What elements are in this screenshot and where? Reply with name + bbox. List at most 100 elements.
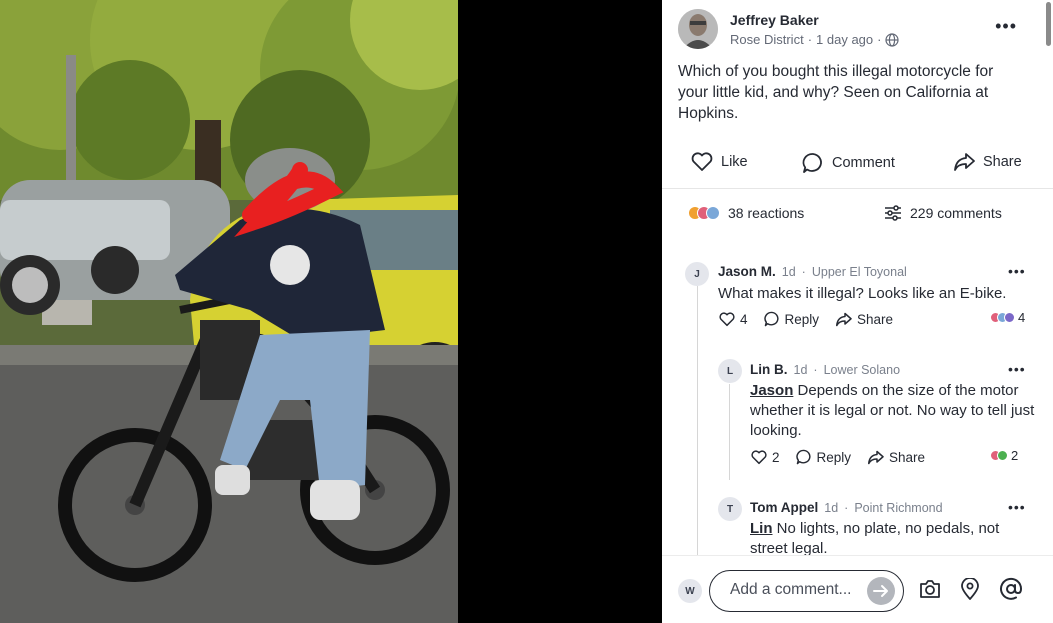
author-avatar[interactable]	[678, 9, 718, 49]
reaction-count: 2	[1011, 448, 1019, 463]
mention-link[interactable]: Jason	[750, 382, 793, 399]
comment-time: 1d	[781, 265, 796, 279]
meta-separator: ·	[813, 363, 818, 377]
post-panel: Jeffrey Baker Rose District · 1 day ago …	[662, 0, 1053, 623]
comment-time: 1d	[824, 501, 839, 515]
comment-composer: W	[662, 555, 1053, 623]
comment-header: Jason M. 1d · Upper El Toyonal	[718, 264, 907, 279]
share-icon	[836, 312, 852, 326]
comment-text: Jason Depends on the size of the motor w…	[750, 381, 1040, 441]
commenter-neighborhood[interactable]: Point Richmond	[854, 501, 942, 515]
commenter-neighborhood[interactable]: Lower Solano	[824, 363, 900, 377]
meta-separator: ·	[844, 501, 849, 515]
comment-input[interactable]	[730, 581, 860, 599]
comment-like-count: 4	[740, 311, 748, 327]
divider	[662, 188, 1053, 189]
comment-text-body: Depends on the size of the motor whether…	[750, 382, 1035, 439]
reaction-icons	[688, 206, 720, 220]
comment-button[interactable]: Comment	[802, 152, 895, 174]
commenter-avatar[interactable]: J	[685, 262, 709, 286]
comments-sort[interactable]: 229 comments	[884, 205, 1002, 221]
comment-text: What makes it illegal? Looks like an E-b…	[718, 285, 1007, 302]
reply-button[interactable]: Reply	[763, 311, 820, 327]
commenter-avatar[interactable]: T	[718, 497, 742, 521]
commenter-name[interactable]: Tom Appel	[750, 500, 818, 515]
reactions-summary[interactable]: 38 reactions	[688, 205, 804, 221]
current-user-avatar: W	[678, 579, 702, 603]
author-neighborhood[interactable]: Rose District	[730, 32, 804, 47]
commenter-name[interactable]: Lin B.	[750, 362, 788, 377]
motorcycle-photo	[0, 0, 458, 623]
thread-line	[729, 384, 730, 480]
heart-icon	[751, 449, 767, 464]
comment-icon	[795, 449, 811, 465]
reply-label: Reply	[784, 311, 820, 327]
share-icon	[954, 153, 975, 171]
meta-separator: ·	[877, 32, 882, 47]
post-stats: 38 reactions 229 comments	[662, 205, 1053, 229]
more-options-icon[interactable]: •••	[995, 16, 1017, 37]
reply-label: Reply	[816, 449, 852, 465]
share-label: Share	[889, 449, 926, 465]
heart-icon	[719, 311, 735, 326]
globe-icon	[885, 32, 900, 47]
send-button[interactable]	[867, 577, 895, 605]
comment-time: 1d	[793, 363, 808, 377]
comment-actions: 2 Reply Share	[751, 449, 941, 465]
reaction-icon	[706, 206, 720, 220]
reaction-icon	[1004, 312, 1015, 323]
comment-like-count: 2	[772, 449, 780, 465]
meta-separator: ·	[801, 265, 806, 279]
comment-reactions[interactable]: 4	[990, 310, 1025, 325]
author-photo	[678, 9, 718, 49]
post-photo[interactable]	[0, 0, 458, 623]
share-label: Share	[983, 154, 1022, 170]
comment-header: Tom Appel 1d · Point Richmond	[750, 500, 943, 515]
commenter-name[interactable]: Jason M.	[718, 264, 776, 279]
comment-like-button[interactable]: 2	[751, 450, 780, 465]
share-button[interactable]: Share	[953, 152, 1022, 172]
comment-share-button[interactable]: Share	[835, 312, 893, 327]
scrollbar[interactable]	[1046, 2, 1051, 46]
comment-text: Lin No lights, no plate, no pedals, not …	[750, 519, 1040, 559]
camera-icon[interactable]	[919, 579, 941, 599]
post-body: Which of you bought this illegal motorcy…	[678, 63, 994, 122]
reactions-count: 38 reactions	[728, 205, 805, 221]
mention-link[interactable]: Lin	[750, 520, 773, 537]
share-label: Share	[857, 311, 894, 327]
reaction-count: 4	[1018, 310, 1026, 325]
like-label: Like	[721, 154, 748, 170]
post-time: 1 day ago	[816, 32, 874, 47]
comment-input-wrapper[interactable]	[709, 570, 904, 612]
heart-icon	[691, 152, 713, 171]
comment-actions: 4 Reply Share	[719, 311, 909, 327]
comment-share-button[interactable]: Share	[867, 450, 925, 465]
commenter-neighborhood[interactable]: Upper El Toyonal	[812, 265, 907, 279]
arrow-right-icon	[873, 585, 888, 597]
comments-count-label: 229 comments	[910, 205, 1002, 221]
commenter-avatar[interactable]: L	[718, 359, 742, 383]
author-name[interactable]: Jeffrey Baker	[730, 12, 819, 28]
location-pin-icon[interactable]	[960, 578, 980, 600]
filter-icon	[885, 205, 901, 221]
comment-header: Lin B. 1d · Lower Solano	[750, 362, 900, 377]
thread-line	[697, 286, 698, 556]
comment-more-icon[interactable]: •••	[1008, 263, 1026, 279]
meta-separator: ·	[807, 32, 813, 47]
post-actions: Like Comment Share	[662, 150, 1053, 180]
comment-label: Comment	[832, 155, 895, 171]
comment-icon	[763, 311, 779, 327]
reaction-icon	[997, 450, 1008, 461]
reply-button[interactable]: Reply	[795, 449, 852, 465]
like-button[interactable]: Like	[691, 152, 748, 172]
comment-more-icon[interactable]: •••	[1008, 499, 1026, 515]
comment-more-icon[interactable]: •••	[1008, 361, 1026, 377]
share-icon	[868, 450, 884, 464]
media-viewer	[0, 0, 662, 623]
comment-reactions[interactable]: 2	[990, 448, 1018, 463]
comment-text-body: No lights, no plate, no pedals, not stre…	[750, 520, 1000, 557]
comment-like-button[interactable]: 4	[719, 312, 748, 327]
comment-icon	[802, 153, 822, 173]
mention-icon[interactable]	[999, 577, 1023, 601]
post-meta: Rose District · 1 day ago ·	[730, 32, 900, 47]
